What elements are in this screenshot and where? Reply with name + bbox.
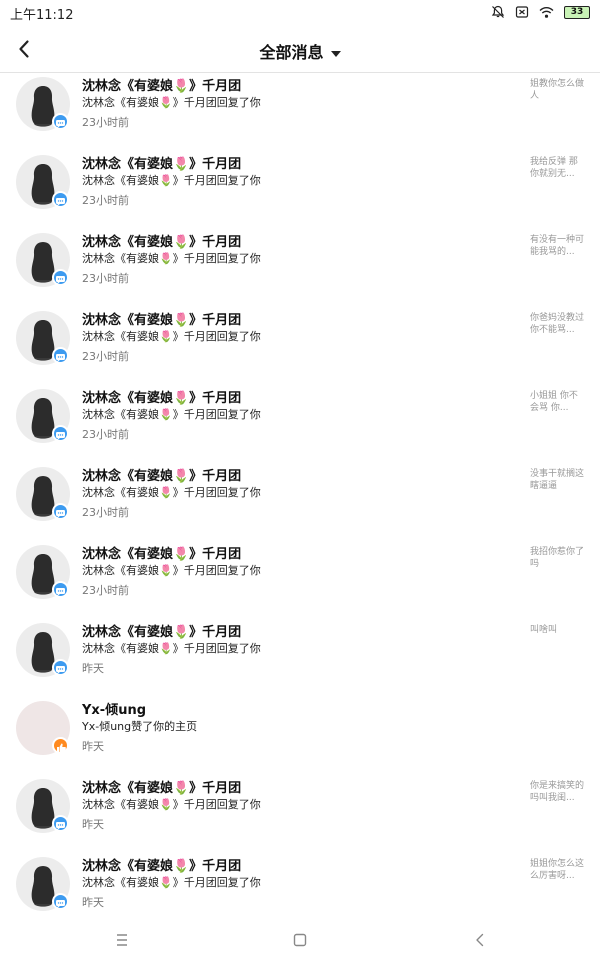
chat-bubble-icon xyxy=(56,588,65,596)
comment-badge-icon xyxy=(52,269,69,286)
message-time: 23小时前 xyxy=(82,350,129,363)
comment-badge-icon xyxy=(52,815,69,832)
message-preview: 我给反弹 那你就别无... xyxy=(530,157,578,179)
chat-bubble-icon xyxy=(56,120,65,128)
sender-name[interactable]: 沈林念《有婆娘🌷》千月团 xyxy=(82,231,241,250)
message-action: Yx-倾ung赞了你的主页 xyxy=(82,720,198,733)
message-time: 23小时前 xyxy=(82,116,129,129)
message-item[interactable]: Yx-倾ung Yx-倾ung赞了你的主页 昨天 xyxy=(0,696,600,774)
message-item[interactable]: 沈林念《有婆娘🌷》千月团 沈林念《有婆娘🌷》千月团回复了你 23小时前 小姐姐 … xyxy=(0,384,600,462)
mute-bell-icon xyxy=(491,5,505,18)
caret-down-icon xyxy=(330,50,341,57)
sender-name[interactable]: 沈林念《有婆娘🌷》千月团 xyxy=(82,75,241,94)
message-action: 沈林念《有婆娘🌷》千月团回复了你 xyxy=(82,330,261,343)
sender-name[interactable]: 沈林念《有婆娘🌷》千月团 xyxy=(82,465,241,484)
message-time: 23小时前 xyxy=(82,428,129,441)
message-time: 23小时前 xyxy=(82,506,129,519)
comment-badge-icon xyxy=(52,425,69,442)
message-action: 沈林念《有婆娘🌷》千月团回复了你 xyxy=(82,642,261,655)
message-time: 23小时前 xyxy=(82,272,129,285)
message-time: 23小时前 xyxy=(82,584,129,597)
comment-badge-icon xyxy=(52,893,69,910)
wifi-icon xyxy=(539,6,554,18)
sender-name[interactable]: 沈林念《有婆娘🌷》千月团 xyxy=(82,777,241,796)
page-title: 全部消息 xyxy=(259,43,324,62)
message-item[interactable]: 沈林念《有婆娘🌷》千月团 沈林念《有婆娘🌷》千月团回复了你 23小时前 你爸妈没… xyxy=(0,306,600,384)
chat-bubble-icon xyxy=(56,354,65,362)
message-preview: 没事干就搁这瞎逼逼 xyxy=(530,469,585,491)
message-time: 昨天 xyxy=(82,740,104,753)
system-nav-bar xyxy=(0,920,600,960)
message-preview: 我招你惹你了吗 xyxy=(530,547,585,569)
sender-name[interactable]: 沈林念《有婆娘🌷》千月团 xyxy=(82,309,241,328)
sender-name[interactable]: 沈林念《有婆娘🌷》千月团 xyxy=(82,153,241,172)
message-action: 沈林念《有婆娘🌷》千月团回复了你 xyxy=(82,876,261,889)
message-time: 昨天 xyxy=(82,896,104,909)
sender-name[interactable]: 沈林念《有婆娘🌷》千月团 xyxy=(82,387,241,406)
message-time: 昨天 xyxy=(82,818,104,831)
chat-bubble-icon xyxy=(56,432,65,440)
battery-level: 33 xyxy=(564,5,590,19)
no-sim-icon xyxy=(515,6,529,18)
title-dropdown[interactable]: 全部消息 xyxy=(0,39,600,63)
message-item[interactable]: 沈林念《有婆娘🌷》千月团 沈林念《有婆娘🌷》千月团回复了你 昨天 你是来搞笑的吗… xyxy=(0,774,600,852)
message-action: 沈林念《有婆娘🌷》千月团回复了你 xyxy=(82,798,261,811)
sender-name[interactable]: 沈林念《有婆娘🌷》千月团 xyxy=(82,621,241,640)
message-preview: 你是来搞笑的吗叫我闺... xyxy=(530,781,585,803)
thumbs-up-icon xyxy=(57,743,66,752)
chat-bubble-icon xyxy=(56,510,65,518)
message-action: 沈林念《有婆娘🌷》千月团回复了你 xyxy=(82,564,261,577)
message-preview: 小姐姐 你不会骂 你... xyxy=(530,391,578,413)
chat-bubble-icon xyxy=(56,900,65,908)
comment-badge-icon xyxy=(52,191,69,208)
message-preview: 姐姐你怎么这么厉害呀... xyxy=(530,859,585,881)
message-preview: 有没有一种可能我骂的... xyxy=(530,235,585,257)
comment-badge-icon xyxy=(52,581,69,598)
message-action: 沈林念《有婆娘🌷》千月团回复了你 xyxy=(82,174,261,187)
status-icons: 33 xyxy=(491,5,590,19)
status-time: 上午11:12 xyxy=(10,8,74,23)
status-bar: 上午11:12 33 xyxy=(0,0,600,26)
message-time: 23小时前 xyxy=(82,194,129,207)
sender-name[interactable]: Yx-倾ung xyxy=(82,699,146,718)
back-triangle-icon[interactable] xyxy=(468,928,492,952)
message-action: 沈林念《有婆娘🌷》千月团回复了你 xyxy=(82,96,261,109)
comment-badge-icon xyxy=(52,659,69,676)
message-item[interactable]: 沈林念《有婆娘🌷》千月团 沈林念《有婆娘🌷》千月团回复了你 23小时前 有没有一… xyxy=(0,228,600,306)
menu-icon[interactable] xyxy=(110,928,134,952)
comment-badge-icon xyxy=(52,113,69,130)
comment-badge-icon xyxy=(52,347,69,364)
message-item[interactable]: 沈林念《有婆娘🌷》千月团 沈林念《有婆娘🌷》千月团回复了你 昨天 姐姐你怎么这么… xyxy=(0,852,600,920)
comment-badge-icon xyxy=(52,503,69,520)
message-action: 沈林念《有婆娘🌷》千月团回复了你 xyxy=(82,252,261,265)
chat-bubble-icon xyxy=(56,666,65,674)
like-badge-icon xyxy=(52,737,69,754)
message-preview: 你爸妈没教过你不能骂... xyxy=(530,313,585,335)
chat-bubble-icon xyxy=(56,276,65,284)
message-list[interactable]: 沈林念《有婆娘🌷》千月团 沈林念《有婆娘🌷》千月团回复了你 23小时前 姐教你怎… xyxy=(0,72,600,920)
sender-name[interactable]: 沈林念《有婆娘🌷》千月团 xyxy=(82,543,241,562)
message-preview: 叫啥叫 xyxy=(530,625,558,635)
message-item[interactable]: 沈林念《有婆娘🌷》千月团 沈林念《有婆娘🌷》千月团回复了你 23小时前 我招你惹… xyxy=(0,540,600,618)
message-action: 沈林念《有婆娘🌷》千月团回复了你 xyxy=(82,408,261,421)
message-item[interactable]: 沈林念《有婆娘🌷》千月团 沈林念《有婆娘🌷》千月团回复了你 23小时前 姐教你怎… xyxy=(0,72,600,150)
message-preview: 姐教你怎么做人 xyxy=(530,79,585,101)
message-item[interactable]: 沈林念《有婆娘🌷》千月团 沈林念《有婆娘🌷》千月团回复了你 23小时前 没事干就… xyxy=(0,462,600,540)
chat-bubble-icon xyxy=(56,822,65,830)
message-action: 沈林念《有婆娘🌷》千月团回复了你 xyxy=(82,486,261,499)
chat-bubble-icon xyxy=(56,198,65,206)
message-time: 昨天 xyxy=(82,662,104,675)
header-bar: 全部消息 xyxy=(0,26,600,73)
message-item[interactable]: 沈林念《有婆娘🌷》千月团 沈林念《有婆娘🌷》千月团回复了你 昨天 叫啥叫 xyxy=(0,618,600,696)
sender-name[interactable]: 沈林念《有婆娘🌷》千月团 xyxy=(82,855,241,874)
home-square-icon[interactable] xyxy=(288,928,312,952)
message-item[interactable]: 沈林念《有婆娘🌷》千月团 沈林念《有婆娘🌷》千月团回复了你 23小时前 我给反弹… xyxy=(0,150,600,228)
